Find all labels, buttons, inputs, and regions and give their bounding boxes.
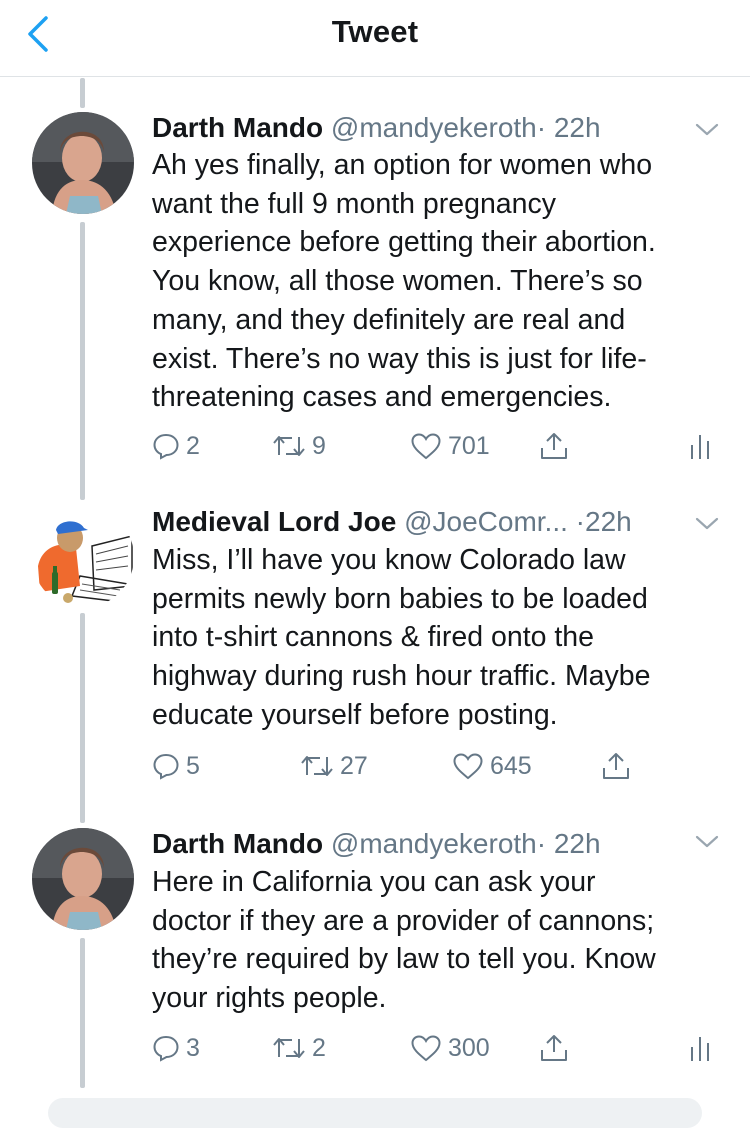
author-handle[interactable]: @mandyekeroth: [331, 112, 537, 143]
separator-dot: ·: [536, 112, 547, 143]
like-button[interactable]: 701: [410, 426, 490, 466]
share-button[interactable]: [538, 1028, 570, 1068]
tweet-text: Here in California you can ask your doct…: [152, 866, 656, 1015]
share-icon: [541, 1035, 567, 1061]
retweet-button[interactable]: 27: [300, 746, 368, 786]
author-name[interactable]: Medieval Lord Joe: [152, 506, 396, 537]
retweet-icon: [273, 436, 305, 456]
like-button[interactable]: 645: [452, 746, 532, 786]
top-bar: Tweet: [0, 0, 750, 77]
caret-down-icon: [695, 835, 719, 848]
share-button[interactable]: [600, 746, 632, 786]
user-photo-icon: [32, 506, 134, 608]
tweet-text: Ah yes finally, an option for women who …: [152, 149, 656, 414]
timestamp[interactable]: 22h: [585, 506, 632, 537]
timestamp[interactable]: 22h: [554, 828, 601, 859]
analytics-button[interactable]: [688, 1028, 712, 1068]
analytics-icon: [691, 435, 709, 459]
reply-icon: [153, 753, 179, 780]
tweet-actions: 5 27 645: [0, 746, 750, 786]
timestamp[interactable]: 22h: [554, 112, 601, 143]
tweet-header: Darth Mando @mandyekeroth· 22h: [152, 110, 601, 146]
reply-count: 2: [186, 431, 200, 460]
tweet-options[interactable]: [694, 834, 720, 850]
tweet-header: Medieval Lord Joe @JoeComr... ·22h: [152, 504, 632, 540]
avatar[interactable]: [32, 506, 134, 608]
share-icon: [541, 433, 567, 459]
author-name[interactable]: Darth Mando: [152, 828, 323, 859]
retweet-count: 9: [312, 431, 326, 460]
user-photo-icon: [32, 828, 134, 930]
author-handle[interactable]: @mandyekeroth: [331, 828, 537, 859]
reply-button[interactable]: 5: [152, 746, 200, 786]
like-count: 701: [448, 431, 490, 460]
user-photo-icon: [32, 112, 134, 214]
reply-icon: [153, 1035, 179, 1062]
retweet-count: 2: [312, 1033, 326, 1062]
reply-composer-bar[interactable]: [48, 1098, 702, 1128]
page-title: Tweet: [331, 14, 419, 49]
share-icon: [603, 753, 629, 779]
author-handle[interactable]: @JoeComr...: [404, 506, 568, 537]
reply-icon: [153, 433, 179, 460]
like-icon: [411, 433, 441, 460]
thread-line-top: [80, 78, 85, 108]
retweet-icon: [273, 1038, 305, 1058]
caret-down-icon: [695, 123, 719, 136]
tweet-options[interactable]: [694, 122, 720, 138]
like-button[interactable]: 300: [410, 1028, 490, 1068]
reply-count: 5: [186, 751, 200, 780]
reply-button[interactable]: 2: [152, 426, 200, 466]
avatar[interactable]: [32, 112, 134, 214]
retweet-button[interactable]: 2: [272, 1028, 326, 1068]
author-name[interactable]: Darth Mando: [152, 112, 323, 143]
avatar[interactable]: [32, 828, 134, 930]
tweet-actions: 2 9 701: [0, 426, 750, 466]
analytics-button[interactable]: [688, 426, 712, 466]
like-icon: [411, 1035, 441, 1062]
separator-dot: ·: [575, 506, 585, 537]
tweet-text: Miss, I’ll have you know Colorado law pe…: [152, 544, 651, 731]
like-count: 645: [490, 751, 532, 780]
retweet-icon: [301, 756, 333, 776]
tweet-header: Darth Mando @mandyekeroth· 22h: [152, 826, 601, 862]
reply-button[interactable]: 3: [152, 1028, 200, 1068]
thread-line-2: [80, 613, 85, 823]
tweet-actions: 3 2 300: [0, 1028, 750, 1068]
share-button[interactable]: [538, 426, 570, 466]
reply-count: 3: [186, 1033, 200, 1062]
like-count: 300: [448, 1033, 490, 1062]
separator-dot: ·: [536, 828, 547, 859]
retweet-button[interactable]: 9: [272, 426, 326, 466]
retweet-count: 27: [340, 751, 368, 780]
tweet-options[interactable]: [694, 516, 720, 532]
caret-down-icon: [695, 517, 719, 530]
like-icon: [453, 753, 483, 780]
analytics-icon: [691, 1037, 709, 1061]
